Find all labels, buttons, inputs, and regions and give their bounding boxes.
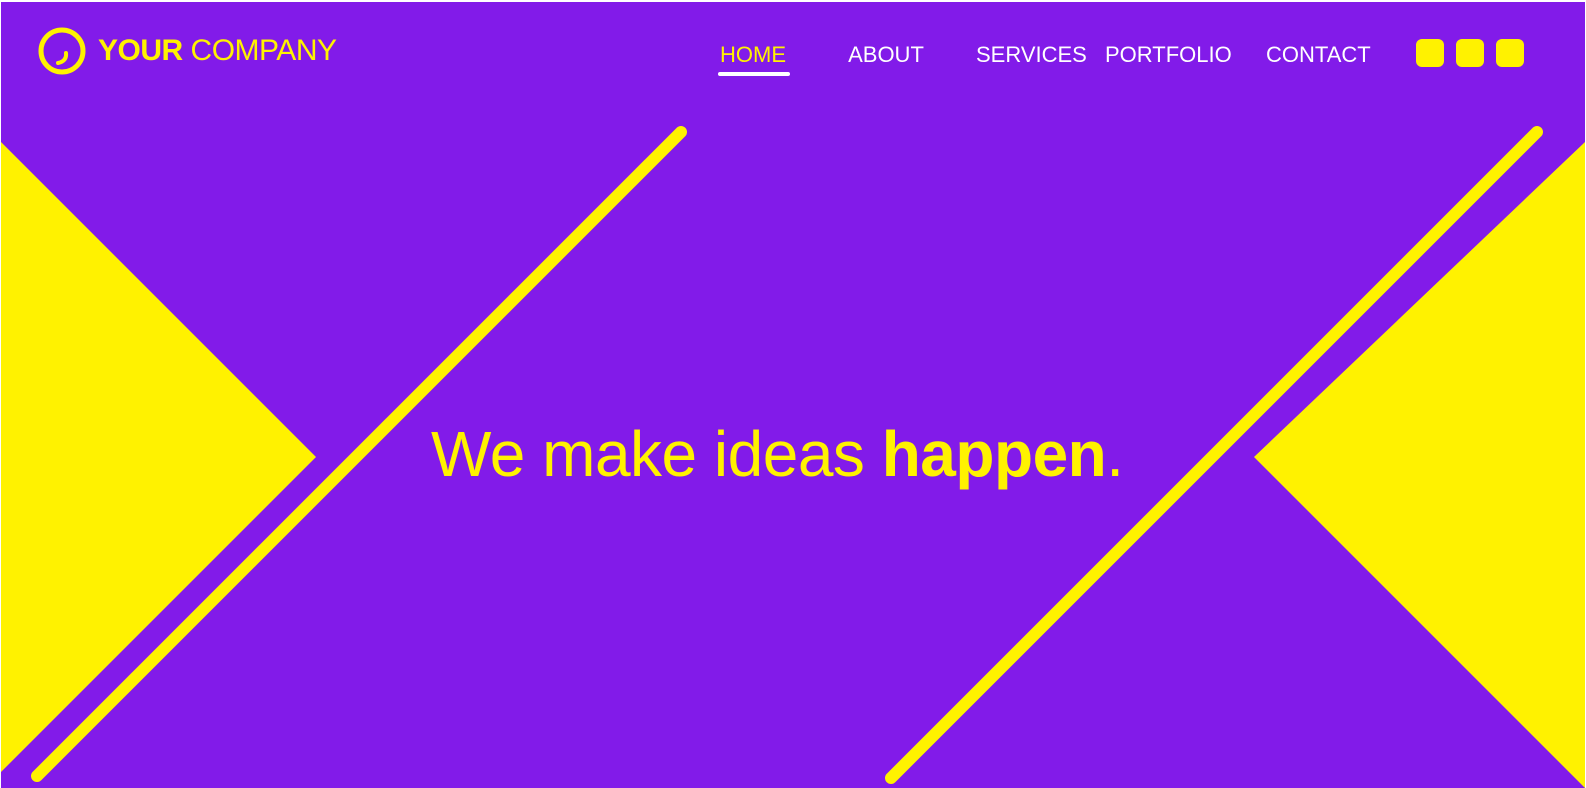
social-icon-3[interactable] — [1496, 39, 1524, 67]
company-logo[interactable]: YOUR COMPANY — [37, 26, 337, 76]
company-name-light: COMPANY — [190, 34, 337, 67]
nav-services[interactable]: SERVICES — [976, 40, 1087, 70]
company-name-bold: YOUR — [98, 34, 183, 67]
social-icon-1[interactable] — [1416, 39, 1444, 67]
circle-smile-logo-icon — [38, 27, 86, 75]
right-yellow-triangle — [1254, 142, 1585, 788]
nav-about[interactable]: ABOUT — [848, 40, 924, 70]
social-icon-2[interactable] — [1456, 39, 1484, 67]
tagline-end: . — [1106, 418, 1124, 490]
hero-section: YOUR COMPANY HOME ABOUT SERVICES PORTFOL… — [1, 2, 1585, 788]
page: YOUR COMPANY HOME ABOUT SERVICES PORTFOL… — [0, 0, 1586, 788]
nav-contact[interactable]: CONTACT — [1266, 40, 1371, 70]
tagline-light: We make ideas — [431, 418, 882, 490]
hero-decoration — [1, 126, 1585, 788]
nav-portfolio[interactable]: PORTFOLIO — [1105, 40, 1232, 70]
tagline-bold: happen — [881, 418, 1107, 490]
nav-active-indicator — [718, 72, 790, 76]
left-yellow-triangle — [1, 142, 316, 772]
hero-tagline: We make ideas happen. — [431, 414, 1124, 494]
company-name: YOUR COMPANY — [98, 36, 337, 66]
nav-home[interactable]: HOME — [719, 40, 787, 70]
